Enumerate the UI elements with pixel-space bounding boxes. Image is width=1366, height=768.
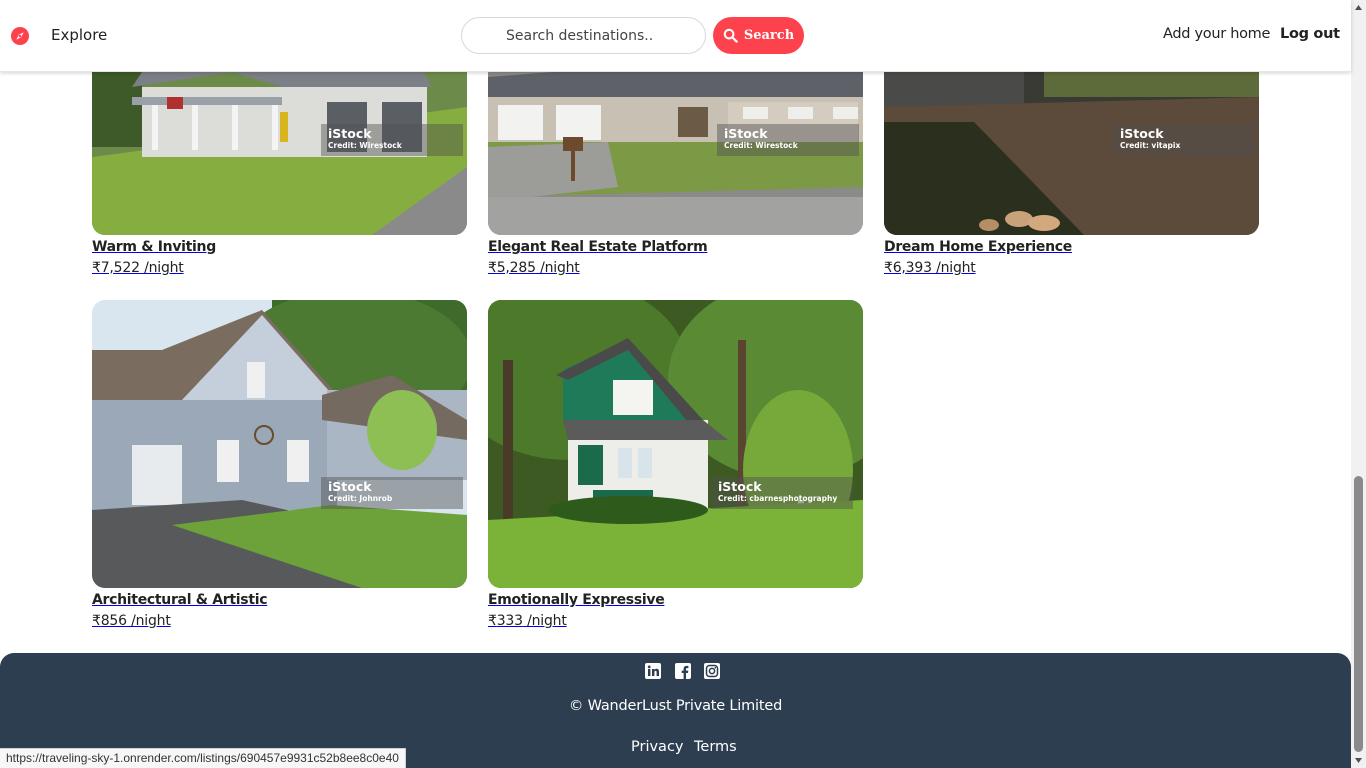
navbar: Explore Search Add your home Log out (0, 0, 1351, 72)
listing-price: ₹856 /night (92, 613, 171, 629)
nav-add-home-link[interactable]: Add your home (1163, 26, 1270, 42)
listing-price: ₹6,393 /night (884, 260, 976, 276)
search-input[interactable] (461, 17, 706, 54)
instagram-icon[interactable] (704, 663, 720, 679)
listing-image: iStock Credit: cbarnesphotography (488, 300, 863, 588)
listing-title: Architectural & Artistic (92, 592, 268, 608)
listing-title: Dream Home Experience (884, 239, 1072, 255)
image-watermark: iStock Credit: cbarnesphotography (711, 477, 853, 509)
nav-logout-link[interactable]: Log out (1280, 26, 1340, 42)
linkedin-icon[interactable] (645, 663, 661, 679)
image-watermark: iStock Credit: vitapix (1113, 124, 1255, 156)
scroll-up-arrow-icon[interactable] (1354, 3, 1363, 12)
footer-terms-link[interactable]: Terms (694, 739, 737, 755)
listing-title: Warm & Inviting (92, 239, 216, 255)
footer-privacy-link[interactable]: Privacy (631, 739, 684, 755)
nav-explore-link[interactable]: Explore (51, 26, 107, 44)
image-watermark: iStock Credit: Johnrob (321, 477, 463, 509)
listing-title: Elegant Real Estate Platform (488, 239, 708, 255)
listing-price: ₹7,522 /night (92, 260, 184, 276)
listing-title: Emotionally Expressive (488, 592, 665, 608)
image-watermark: iStock Credit: Wirestock (321, 124, 463, 156)
scroll-down-arrow-icon[interactable] (1354, 756, 1363, 765)
compass-icon[interactable] (11, 27, 29, 45)
footer-copyright: © WanderLust Private Limited (568, 698, 783, 714)
listing-price: ₹333 /night (488, 613, 567, 629)
search-button[interactable]: Search (713, 17, 804, 54)
listing-image: iStock Credit: Johnrob (92, 300, 467, 588)
listing-price: ₹5,285 /night (488, 260, 580, 276)
scrollbar-thumb[interactable] (1354, 476, 1363, 752)
facebook-icon[interactable] (675, 663, 691, 679)
listing-card[interactable]: iStock Credit: Johnrob Architectural & A… (92, 300, 467, 632)
search-button-label: Search (743, 28, 795, 43)
link-status-bar: https://traveling-sky-1.onrender.com/lis… (0, 748, 406, 768)
image-watermark: iStock Credit: Wirestock (717, 124, 859, 156)
listing-card[interactable]: iStock Credit: cbarnesphotography Emotio… (488, 300, 863, 632)
search-icon (723, 28, 738, 43)
